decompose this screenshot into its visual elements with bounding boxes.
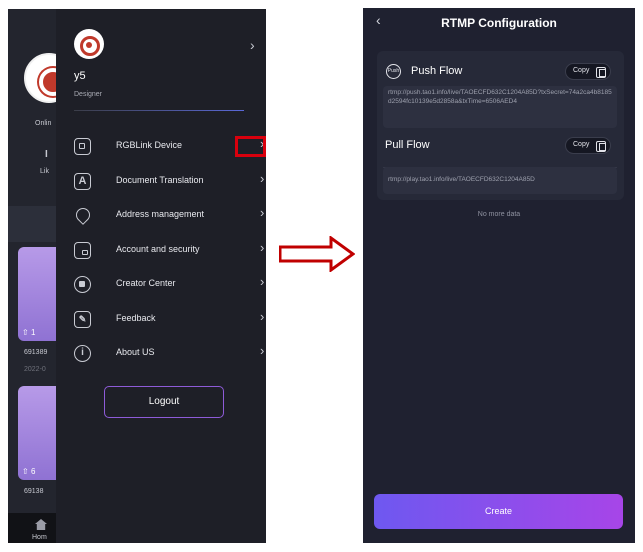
menu-item-creator-center[interactable]: Creator Center › [74,274,264,300]
right-phone-screen: ‹ RTMP Configuration Push Push Flow Copy… [363,8,635,543]
copy-icon [596,67,606,78]
copy-icon [596,141,606,152]
menu-item-document-translation[interactable]: A Document Translation › [74,171,264,197]
comparison-figure: Onlin I Lik ⇧ 1 691389 2022-0 ⇧ 6 69138 … [0,0,643,552]
menu-item-label: About US [116,347,155,357]
menu-item-label: RGBLink Device [116,140,183,150]
background-id-text: I [45,149,48,160]
menu-item-label: Document Translation [116,175,204,185]
chevron-right-icon: › [260,309,265,324]
menu-item-label: Creator Center [116,278,176,288]
background-card-likes: ⇧ 1 [22,328,36,337]
lock-icon [74,242,91,259]
background-status-text: Onlin [35,120,52,127]
side-drawer: › y5 Designer RGBLink Device › A Documen… [56,9,266,543]
page-title: RTMP Configuration [441,16,557,30]
feedback-icon: ✎ [74,311,91,328]
transition-arrow-icon [279,236,355,272]
profile-divider [74,110,244,111]
background-likes-text: Lik [40,168,49,175]
rtmp-config-card: Push Push Flow Copy rtmp://push.tao1.inf… [377,51,624,200]
chevron-right-icon: › [260,274,265,289]
no-more-data-text: No more data [477,211,521,218]
copy-push-url-button[interactable]: Copy [565,63,611,80]
chevron-right-icon: › [260,171,265,186]
menu-item-about-us[interactable]: i About US › [74,343,264,369]
menu-item-label: Feedback [116,313,156,323]
background-card-id: 691389 [24,349,48,356]
menu-item-label: Account and security [116,244,200,254]
push-flow-label: Push Flow [411,65,463,77]
translate-icon: A [74,173,91,190]
copy-label: Copy [573,141,590,148]
menu-item-account-security[interactable]: Account and security › [74,240,264,266]
copy-label: Copy [573,67,590,74]
copy-pull-url-button[interactable]: Copy [565,137,611,154]
pull-flow-label: Pull Flow [385,139,430,151]
background-card-id: 69138 [24,488,44,495]
menu-item-label: Address management [116,209,205,219]
user-name: y5 [74,70,86,82]
create-button[interactable]: Create [374,494,623,529]
logout-button[interactable]: Logout [104,386,224,418]
device-icon [74,138,91,155]
background-card-likes: ⇧ 6 [22,467,36,476]
menu-item-feedback[interactable]: ✎ Feedback › [74,309,264,335]
left-phone-screen: Onlin I Lik ⇧ 1 691389 2022-0 ⇧ 6 69138 … [8,9,266,543]
home-tab-label: Hom [32,534,47,541]
background-card-date: 2022-0 [24,366,46,373]
grid-circle-icon [74,276,91,293]
profile-chevron-right-icon[interactable]: › [250,37,255,53]
chevron-right-icon: › [260,343,265,358]
user-role: Designer [74,91,103,98]
background-card[interactable]: ⇧ 6 [18,386,56,480]
background-card[interactable]: ⇧ 1 [18,247,56,341]
location-pin-icon [73,205,93,225]
highlight-annotation-box [235,136,266,157]
info-icon: i [74,345,91,362]
pull-url-text[interactable]: rtmp://play.tao1.info/live/TAOECFD632C12… [383,167,617,194]
chevron-right-icon: › [260,240,265,255]
push-url-text[interactable]: rtmp://push.tao1.info/live/TAOECFD632C12… [383,86,617,128]
chevron-right-icon: › [260,205,265,220]
user-avatar[interactable] [74,29,104,59]
background-tab-band [8,206,56,242]
push-icon: Push [386,64,401,79]
menu-item-address-management[interactable]: Address management › [73,205,265,231]
